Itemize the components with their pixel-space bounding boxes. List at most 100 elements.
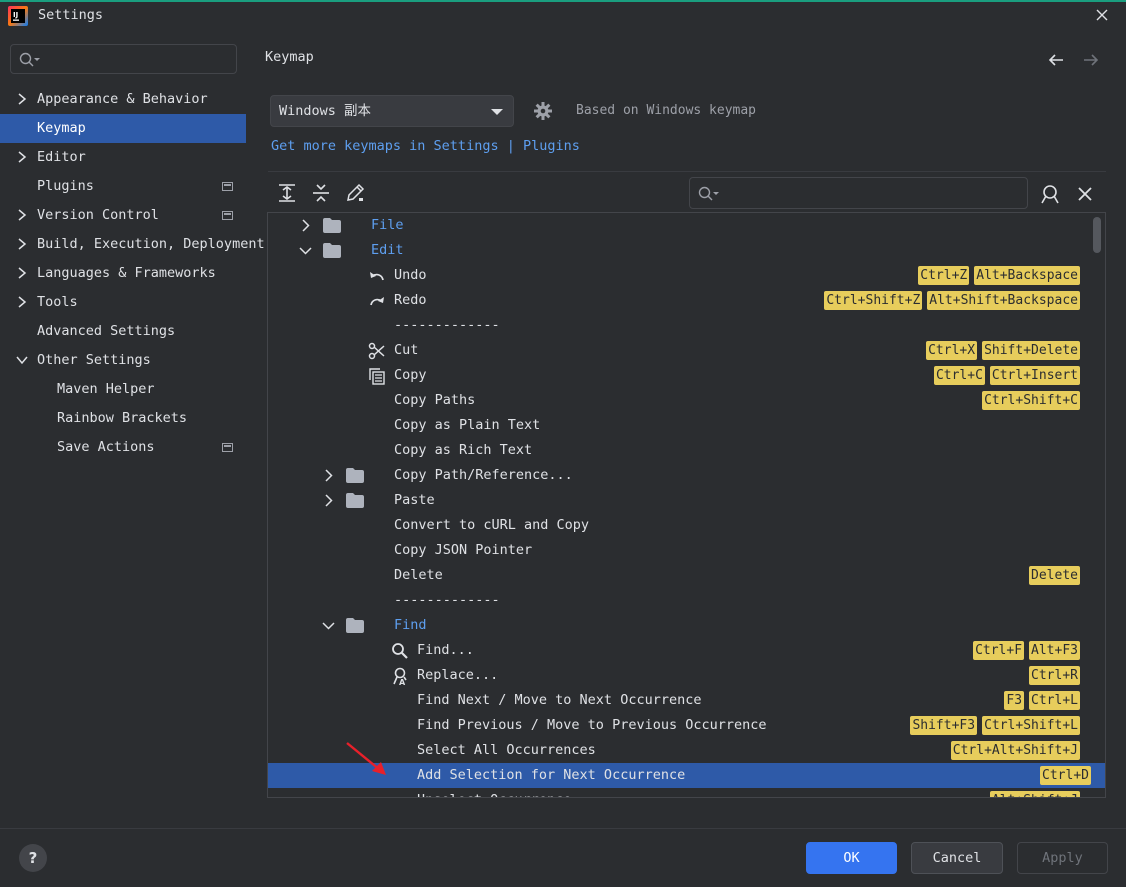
tree-action-find-next-move-to-next-occurrence[interactable]: Find Next / Move to Next Occurrence F3 Ctr… xyxy=(268,688,1094,713)
sidebar-item-label: Editor xyxy=(37,149,86,165)
copy-icon xyxy=(369,368,385,385)
keymap-select-value: Windows 副本 xyxy=(279,103,372,119)
sidebar-item-tools[interactable]: Tools xyxy=(0,288,246,317)
shortcut-badge: Ctrl+Shift+Z xyxy=(824,291,923,310)
project-level-icon xyxy=(222,211,233,220)
keymap-select[interactable]: Windows 副本 xyxy=(270,95,514,127)
shortcut-list: Ctrl+Shift+C xyxy=(982,391,1080,410)
chevron-right-icon[interactable] xyxy=(16,267,28,279)
tree-folder-file[interactable]: File xyxy=(268,213,1094,238)
chevron-down-icon[interactable] xyxy=(299,244,312,257)
apply-button[interactable]: Apply xyxy=(1017,842,1108,874)
sidebar-item-label: Rainbow Brackets xyxy=(57,410,188,426)
chevron-right-icon[interactable] xyxy=(16,238,28,250)
plugins-link[interactable]: Plugins xyxy=(523,138,580,154)
cancel-button[interactable]: Cancel xyxy=(911,842,1003,874)
tree-action-add-selection-for-next-occurrence[interactable]: Add Selection for Next Occurrence Ctrl+D xyxy=(268,763,1105,788)
chevron-down-icon[interactable] xyxy=(322,619,335,632)
tree-row-label: Redo xyxy=(394,292,427,308)
get-more-keymaps-link[interactable]: Get more keymaps in Settings xyxy=(271,138,499,154)
sidebar-item-label: Appearance & Behavior xyxy=(37,91,208,107)
sidebar-item-version-control[interactable]: Version Control xyxy=(0,201,246,230)
tree-row-label: Replace... xyxy=(417,667,499,683)
shortcut-badge: Ctrl+R xyxy=(1029,666,1080,685)
back-arrow-icon[interactable] xyxy=(1046,50,1066,70)
shortcut-badge: Alt+F3 xyxy=(1029,641,1080,660)
chevron-right-icon[interactable] xyxy=(299,219,312,232)
tree-folder-copy-path-reference[interactable]: Copy Path/Reference... xyxy=(268,463,1094,488)
shortcut-list: Shift+F3 Ctrl+Shift+L xyxy=(910,716,1080,735)
sidebar-item-label: Tools xyxy=(37,294,78,310)
tree-action-copy-as-plain-text[interactable]: Copy as Plain Text xyxy=(268,413,1094,438)
sidebar-item-rainbow-brackets[interactable]: Rainbow Brackets xyxy=(0,404,246,433)
tree-folder-find[interactable]: Find xyxy=(268,613,1094,638)
gear-icon[interactable] xyxy=(533,101,553,121)
chevron-right-icon[interactable] xyxy=(16,151,28,163)
tree-action-copy[interactable]: Copy Ctrl+C Ctrl+Insert xyxy=(268,363,1094,388)
tree-action-redo[interactable]: Redo Ctrl+Shift+Z Alt+Shift+Backspace xyxy=(268,288,1094,313)
keymap-tree[interactable]: File Edit Undo Ctrl+Z Alt+Backspace Redo Ctrl+… xyxy=(267,212,1106,798)
settings-search-input[interactable] xyxy=(10,44,237,74)
tree-scrollbar[interactable] xyxy=(1093,217,1101,253)
tree-row-label: Delete xyxy=(394,567,443,583)
chevron-right-icon[interactable] xyxy=(322,494,335,507)
tree-action-copy-json-pointer[interactable]: Copy JSON Pointer xyxy=(268,538,1094,563)
tree-row-label: Find Next / Move to Next Occurrence xyxy=(417,692,702,708)
shortcut-badge: Ctrl+Z xyxy=(918,266,970,285)
clear-search-icon[interactable] xyxy=(1074,183,1096,205)
keymap-search-input[interactable] xyxy=(689,177,1028,209)
help-button[interactable]: ? xyxy=(19,844,47,872)
tree-row-label: Find xyxy=(394,617,427,633)
tree-action-undo[interactable]: Undo Ctrl+Z Alt+Backspace xyxy=(268,263,1094,288)
sidebar-item-save-actions[interactable]: Save Actions xyxy=(0,433,246,462)
ok-button[interactable]: OK xyxy=(806,842,897,874)
expand-all-icon[interactable] xyxy=(276,182,298,204)
chevron-right-icon[interactable] xyxy=(16,296,28,308)
tree-action-find[interactable]: Find... Ctrl+F Alt+F3 xyxy=(268,638,1094,663)
tree-row-label: File xyxy=(371,217,404,233)
sidebar-item-keymap[interactable]: Keymap xyxy=(0,114,246,143)
folder-icon xyxy=(346,468,364,483)
tree-row-label: ------------- xyxy=(394,317,500,333)
tree-action-delete[interactable]: Delete Delete xyxy=(268,563,1094,588)
tree-action-cut[interactable]: Cut Ctrl+X Shift+Delete xyxy=(268,338,1094,363)
sidebar-item-label: Maven Helper xyxy=(57,381,155,397)
tree-folder-edit[interactable]: Edit xyxy=(268,238,1094,263)
tree-action-replace[interactable]: A Replace... Ctrl+R xyxy=(268,663,1094,688)
sidebar-item-maven-helper[interactable]: Maven Helper xyxy=(0,375,246,404)
edit-pencil-icon[interactable] xyxy=(344,182,366,204)
sidebar-item-advanced-settings[interactable]: Advanced Settings xyxy=(0,317,246,346)
sidebar-item-build-execution-deployment[interactable]: Build, Execution, Deployment xyxy=(0,230,265,259)
tree-row-label: ------------- xyxy=(394,592,500,608)
sidebar-item-other-settings[interactable]: Other Settings xyxy=(0,346,246,375)
shortcut-list: Alt+Shift+J xyxy=(989,791,1080,797)
sidebar-item-appearance-behavior[interactable]: Appearance & Behavior xyxy=(0,85,246,114)
close-window-icon[interactable] xyxy=(1092,5,1112,25)
window-title: Settings xyxy=(38,7,104,23)
tree-separator[interactable]: ------------- xyxy=(268,313,1094,338)
tree-folder-paste[interactable]: Paste xyxy=(268,488,1094,513)
chevron-right-icon[interactable] xyxy=(322,469,335,482)
shortcut-badge: Ctrl+Shift+C xyxy=(982,391,1080,410)
tree-row-label: Copy xyxy=(394,367,427,383)
chevron-right-icon[interactable] xyxy=(16,93,28,105)
tree-action-convert-to-curl-and-copy[interactable]: Convert to cURL and Copy xyxy=(268,513,1094,538)
annotation-arrow-icon xyxy=(346,742,386,775)
window-top-border xyxy=(0,0,1126,2)
tree-action-find-previous-move-to-previous-occurrence[interactable]: Find Previous / Move to Previous Occurre… xyxy=(268,713,1094,738)
tree-separator[interactable]: ------------- xyxy=(268,588,1094,613)
tree-action-copy-as-rich-text[interactable]: Copy as Rich Text xyxy=(268,438,1094,463)
tree-action-select-all-occurrences[interactable]: Select All Occurrences Ctrl+Alt+Shift+J xyxy=(268,738,1094,763)
tree-action-copy-paths[interactable]: Copy Paths Ctrl+Shift+C xyxy=(268,388,1094,413)
tree-row-label: Copy Paths xyxy=(394,392,476,408)
sidebar-item-editor[interactable]: Editor xyxy=(0,143,246,172)
chevron-right-icon[interactable] xyxy=(16,209,28,221)
tree-action-unselect-occurrence[interactable]: Unselect Occurrence Alt+Shift+J xyxy=(268,788,1094,797)
forward-arrow-icon[interactable] xyxy=(1081,50,1101,70)
chevron-down-icon[interactable] xyxy=(16,354,28,366)
sidebar-item-languages-frameworks[interactable]: Languages & Frameworks xyxy=(0,259,246,288)
collapse-all-icon[interactable] xyxy=(310,182,332,204)
sidebar-item-plugins[interactable]: Plugins xyxy=(0,172,246,201)
chevron-down-icon xyxy=(491,109,503,115)
find-shortcut-icon[interactable] xyxy=(1039,183,1061,205)
